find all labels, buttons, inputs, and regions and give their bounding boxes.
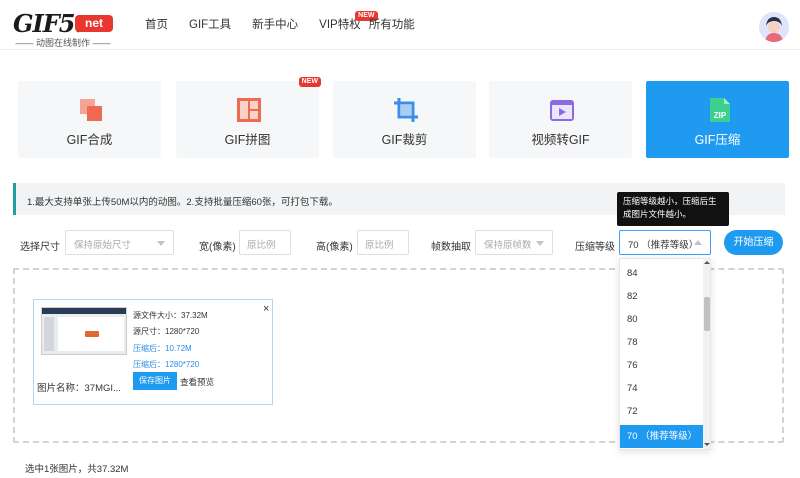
tool-card-gif-collage[interactable]: GIF拼图 NEW bbox=[176, 77, 321, 158]
selection-summary: 选中1张图片，共37.32M bbox=[25, 464, 129, 475]
dropdown-scrollbar[interactable] bbox=[703, 259, 710, 449]
dropdown-option[interactable]: 84 bbox=[620, 262, 703, 285]
video-to-gif-icon bbox=[550, 100, 574, 121]
nav-vip-label: VIP特权 bbox=[319, 19, 361, 31]
file-name: 图片名称：37MGI... bbox=[37, 383, 121, 394]
gif-compress-icon: ZIP bbox=[710, 98, 730, 122]
tool-card-label: GIF裁剪 bbox=[381, 133, 428, 147]
size-select[interactable]: 保持原始尺寸 bbox=[65, 230, 174, 255]
tool-card-label: GIF拼图 bbox=[224, 133, 271, 147]
nav-beginner-center[interactable]: 新手中心 bbox=[252, 16, 298, 34]
gif-crop-icon bbox=[394, 98, 418, 122]
height-input-placeholder: 原比例 bbox=[365, 240, 394, 251]
chevron-up-icon bbox=[694, 240, 702, 245]
width-input[interactable]: 原比例 bbox=[239, 230, 291, 255]
file-compressed-dims: 压缩后：1280*720 bbox=[133, 360, 200, 369]
level-select[interactable]: 70 （推荐等级） bbox=[619, 230, 711, 255]
frames-select-value: 保持原帧数 bbox=[484, 240, 532, 251]
chevron-down-icon bbox=[536, 241, 544, 246]
thumbnail-titlebar bbox=[42, 308, 126, 314]
dropdown-option[interactable]: 80 bbox=[620, 308, 703, 331]
height-input[interactable]: 原比例 bbox=[357, 230, 409, 255]
scroll-down-icon[interactable] bbox=[704, 443, 710, 446]
dropdown-option[interactable]: 78 bbox=[620, 331, 703, 354]
level-dropdown: 84 82 80 78 76 74 72 70 （推荐等级） bbox=[619, 258, 711, 450]
file-original-dims: 源尺寸：1280*720 bbox=[133, 327, 200, 336]
logo-subtitle: —— 动图在线制作 —— bbox=[15, 38, 111, 48]
size-label: 选择尺寸 bbox=[20, 242, 60, 253]
thumbnail-sidebar bbox=[44, 317, 54, 351]
width-label: 宽(像素) bbox=[199, 242, 236, 253]
dropdown-option[interactable]: 82 bbox=[620, 285, 703, 308]
dropdown-option-selected[interactable]: 70 （推荐等级） bbox=[620, 425, 703, 448]
tool-card-gif-crop[interactable]: GIF裁剪 bbox=[333, 81, 476, 158]
main-nav: 首页 GIF工具 新手中心 VIP特权 NEW 所有功能 bbox=[145, 11, 436, 34]
width-input-placeholder: 原比例 bbox=[247, 240, 276, 251]
save-image-button[interactable]: 保存图片 bbox=[133, 372, 177, 390]
new-badge: NEW bbox=[298, 77, 321, 87]
tool-card-label: GIF压缩 bbox=[694, 133, 741, 147]
dropdown-option[interactable]: 74 bbox=[620, 377, 703, 400]
scroll-up-icon[interactable] bbox=[704, 261, 710, 264]
user-avatar-icon bbox=[759, 12, 789, 42]
tool-card-label: 视频转GIF bbox=[531, 133, 590, 147]
compression-level-tooltip: 压缩等级越小，压缩后生成图片文件越小。 bbox=[617, 192, 729, 226]
gif-merge-icon bbox=[80, 99, 102, 121]
tool-card-label: GIF合成 bbox=[66, 133, 113, 147]
tool-cards: GIF合成 GIF拼图 NEW GIF裁剪 视频转GIF ZIP GIF压缩 bbox=[18, 77, 789, 158]
file-card: × 源文件大小：37.32M 源尺寸：1280*720 压缩后：10.72M 压… bbox=[33, 299, 273, 405]
level-label: 压缩等级 bbox=[575, 242, 615, 253]
file-thumbnail[interactable] bbox=[41, 307, 127, 355]
scrollbar-thumb[interactable] bbox=[704, 297, 710, 331]
tool-card-gif-merge[interactable]: GIF合成 bbox=[18, 81, 161, 158]
site-logo[interactable]: GIF5. net —— 动图在线制作 —— bbox=[13, 9, 113, 49]
level-select-value: 70 （推荐等级） bbox=[628, 240, 699, 251]
frames-label: 帧数抽取 bbox=[431, 242, 471, 253]
top-header: GIF5. net —— 动图在线制作 —— 首页 GIF工具 新手中心 VIP… bbox=[0, 0, 800, 50]
chevron-down-icon bbox=[157, 241, 165, 246]
gif-collage-icon bbox=[237, 98, 261, 122]
nav-home[interactable]: 首页 bbox=[145, 16, 168, 34]
notice-text: 1.最大支持单张上传50M以内的动图。2.支持批量压缩60张，可打包下载。 bbox=[27, 197, 338, 208]
tool-card-gif-compress[interactable]: ZIP GIF压缩 bbox=[646, 81, 789, 158]
close-icon[interactable]: × bbox=[263, 303, 269, 315]
nav-all-features[interactable]: 所有功能 bbox=[369, 16, 415, 34]
file-compressed-size: 压缩后：10.72M bbox=[133, 344, 192, 353]
nav-vip[interactable]: VIP特权 NEW bbox=[319, 11, 378, 34]
avatar[interactable] bbox=[759, 12, 789, 42]
nav-gif-tools[interactable]: GIF工具 bbox=[189, 16, 231, 34]
preview-link[interactable]: 查看预览 bbox=[180, 376, 214, 388]
logo-text: GIF5. bbox=[13, 9, 83, 38]
frames-select[interactable]: 保持原帧数 bbox=[475, 230, 553, 255]
thumbnail-logo bbox=[85, 331, 99, 337]
file-original-size: 源文件大小：37.32M bbox=[133, 311, 208, 320]
dropdown-option[interactable]: 76 bbox=[620, 354, 703, 377]
tool-card-video-to-gif[interactable]: 视频转GIF bbox=[489, 81, 632, 158]
height-label: 高(像素) bbox=[316, 242, 353, 253]
svg-text:ZIP: ZIP bbox=[714, 111, 727, 120]
logo-badge: net bbox=[75, 15, 113, 32]
dropdown-option[interactable]: 72 bbox=[620, 400, 703, 423]
size-select-value: 保持原始尺寸 bbox=[74, 240, 132, 251]
start-compress-button[interactable]: 开始压缩 bbox=[724, 230, 783, 255]
